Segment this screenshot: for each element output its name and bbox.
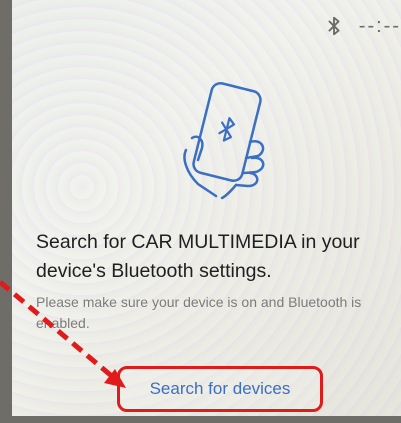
instruction-subtitle: Please make sure your device is on and B… <box>36 294 362 331</box>
screen-glare-overlay <box>12 0 401 416</box>
clock-text: --:-- <box>358 14 401 37</box>
status-bar: --:-- <box>323 14 401 38</box>
instruction-title: Search for CAR MULTIMEDIA in your device… <box>36 231 360 282</box>
search-button-label: Search for devices <box>149 379 291 398</box>
bluetooth-icon <box>328 16 340 36</box>
search-for-devices-button[interactable]: Search for devices <box>117 366 323 412</box>
phone-in-hand-bluetooth-icon <box>183 81 265 200</box>
pairing-screen: --:-- Search for CAR MULTIMEDIA in your … <box>12 0 401 416</box>
